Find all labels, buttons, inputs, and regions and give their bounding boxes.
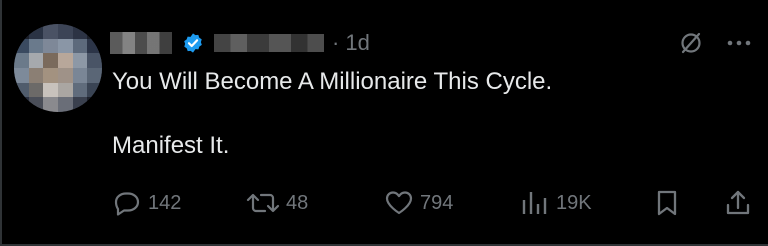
post-actions-bar: 142 48 794 19K: [112, 188, 762, 218]
post-text: You Will Become A Millionaire This Cycle…: [112, 66, 732, 162]
like-button[interactable]: 794: [384, 188, 453, 218]
views-icon: [522, 192, 547, 214]
like-count: 794: [420, 191, 454, 214]
bookmark-button[interactable]: [654, 188, 686, 218]
verified-badge-icon: [184, 33, 202, 53]
username-redacted[interactable]: [214, 34, 324, 52]
repost-button[interactable]: 48: [246, 188, 308, 218]
reply-icon: [114, 192, 140, 216]
reply-button[interactable]: 142: [112, 188, 181, 218]
post-header: · 1d: [110, 26, 370, 60]
post-top-actions: [678, 30, 752, 56]
more-horizontal-icon[interactable]: [726, 38, 752, 48]
post-card[interactable]: · 1d You Will Become A Millionaire This …: [0, 0, 768, 246]
separator-dot: ·: [332, 30, 340, 55]
slashed-circle-icon[interactable]: [678, 30, 704, 56]
heart-icon: [385, 191, 413, 215]
share-button[interactable]: [724, 188, 758, 218]
repost-count: 48: [286, 191, 309, 214]
avatar-pixelated-image: [14, 24, 102, 112]
views-button[interactable]: 19K: [520, 188, 592, 218]
post-timestamp[interactable]: 1d: [345, 30, 369, 56]
post-text-line: Manifest It.: [112, 132, 230, 159]
bookmark-icon: [657, 190, 677, 216]
avatar[interactable]: [14, 24, 102, 112]
post-text-line: You Will Become A Millionaire This Cycle…: [112, 68, 553, 95]
share-icon: [726, 190, 750, 215]
view-count: 19K: [556, 191, 592, 214]
reply-count: 142: [148, 191, 182, 214]
display-name-redacted[interactable]: [110, 32, 172, 54]
repost-icon: [246, 193, 280, 213]
